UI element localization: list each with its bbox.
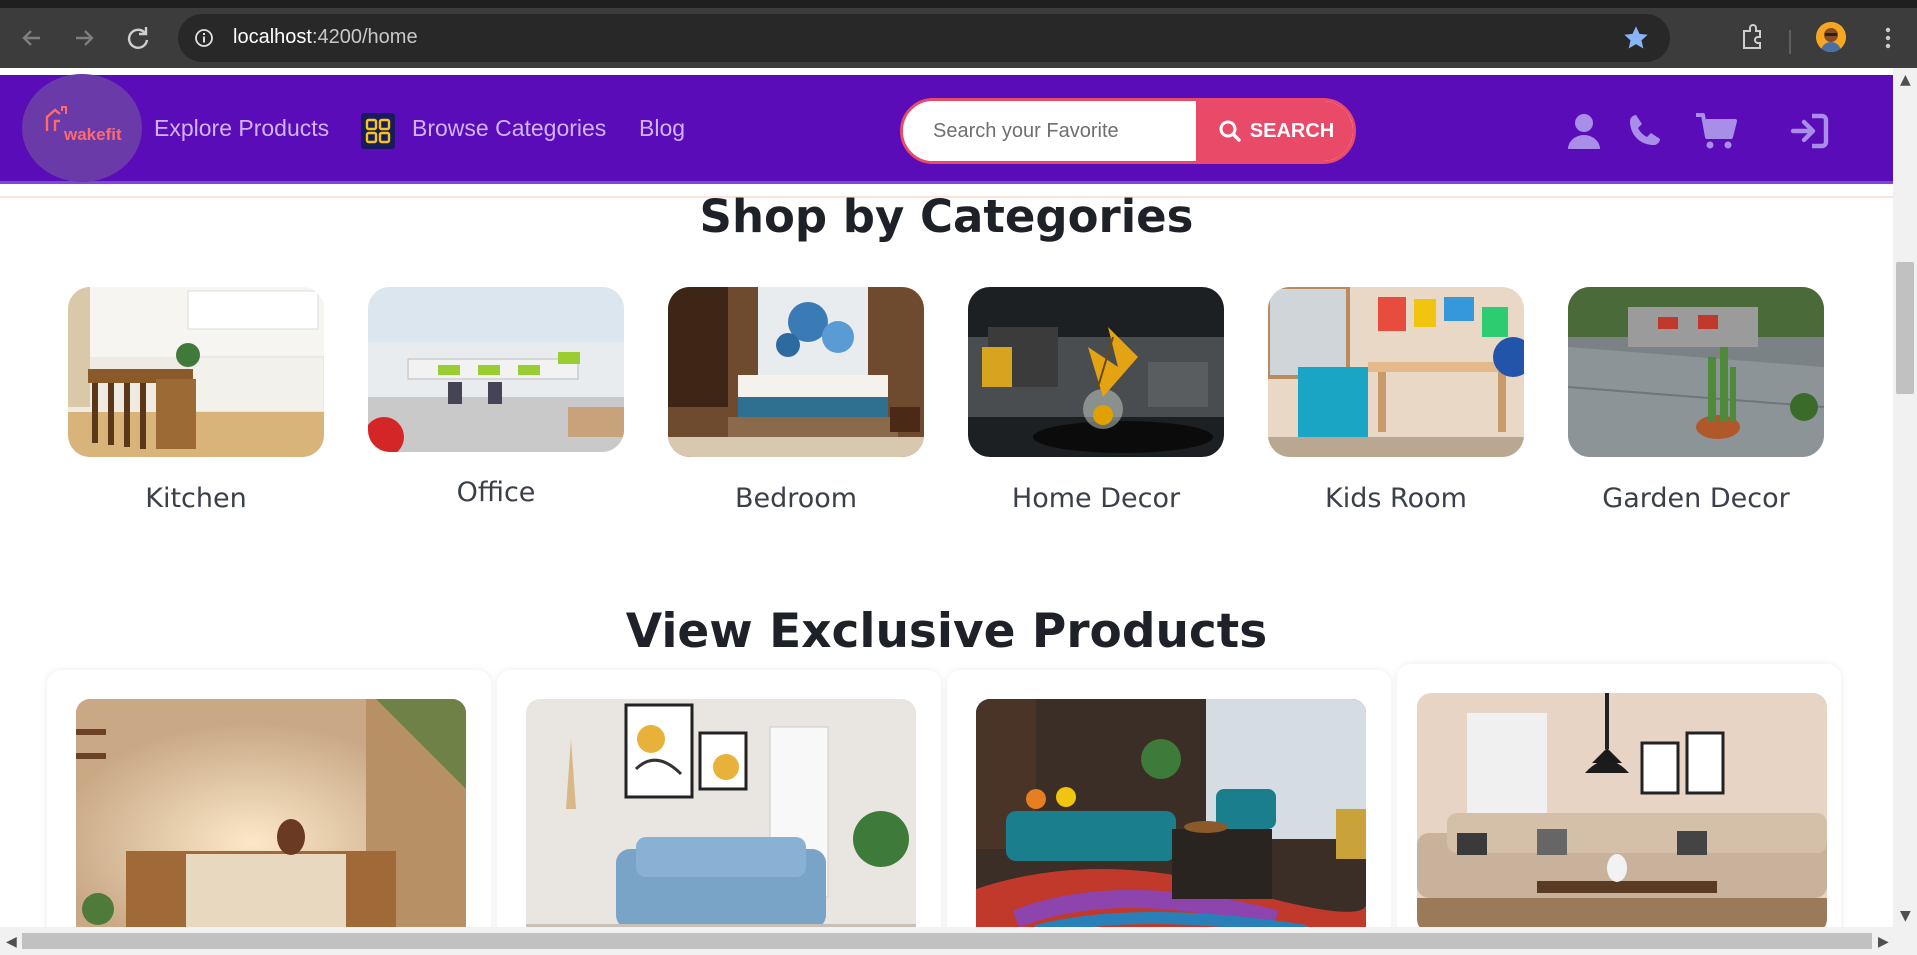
product-card[interactable] (947, 670, 1391, 927)
search-icon (1219, 120, 1241, 142)
scroll-right-arrow-icon[interactable]: ▶ (1878, 934, 1889, 950)
categories-title: Shop by Categories (699, 190, 1194, 243)
search-button-label: SEARCH (1249, 119, 1335, 142)
site-header: wakefit Explore Products Browse Categori… (0, 74, 1893, 184)
category-card-kids-room[interactable]: Kids Room (1268, 287, 1524, 514)
category-label-kids-room: Kids Room (1325, 483, 1467, 514)
category-image-kids-room[interactable] (1268, 287, 1524, 457)
search-input[interactable] (903, 101, 1195, 161)
vertical-scrollbar[interactable] (1893, 68, 1917, 927)
product-card[interactable] (497, 670, 941, 927)
browser-toolbar: localhost:4200/home (0, 8, 1917, 68)
scroll-left-arrow-icon[interactable]: ◀ (6, 934, 17, 950)
nav-blog[interactable]: Blog (639, 115, 685, 142)
product-image[interactable] (1417, 693, 1827, 927)
category-image-home-decor[interactable] (968, 287, 1224, 457)
cart-icon[interactable] (1694, 111, 1738, 151)
forward-arrow-icon[interactable] (68, 22, 100, 54)
product-image[interactable] (76, 699, 466, 927)
sign-in-icon[interactable] (1790, 111, 1830, 151)
products-title: View Exclusive Products (625, 604, 1268, 659)
category-label-kitchen: Kitchen (145, 483, 247, 514)
phone-icon[interactable] (1624, 111, 1664, 151)
category-image-garden-decor[interactable] (1568, 287, 1824, 457)
horizontal-scroll-thumb[interactable] (22, 933, 1872, 949)
product-image[interactable] (976, 699, 1366, 927)
category-image-office[interactable] (368, 287, 624, 452)
product-card[interactable] (1397, 664, 1841, 927)
logo-text: wakefit (64, 125, 122, 144)
category-label-office: Office (456, 477, 536, 508)
user-icon[interactable] (1564, 111, 1604, 151)
category-image-bedroom[interactable] (668, 287, 924, 457)
toolbar-divider (1789, 30, 1791, 54)
browser-tab-strip (0, 0, 1917, 8)
nav-browse-categories[interactable]: Browse Categories (412, 115, 606, 142)
profile-avatar[interactable] (1816, 22, 1846, 52)
back-arrow-icon[interactable] (16, 22, 48, 54)
grid-icon[interactable] (361, 113, 395, 149)
info-icon[interactable] (194, 28, 214, 48)
page-viewport: wakefit Explore Products Browse Categori… (0, 68, 1893, 927)
url-text[interactable]: localhost:4200/home (233, 26, 418, 49)
extensions-icon[interactable] (1736, 22, 1768, 54)
category-card-office[interactable]: Office (368, 287, 624, 508)
address-bar[interactable]: localhost:4200/home (178, 14, 1670, 62)
search-button[interactable]: SEARCH (1196, 101, 1353, 161)
category-label-bedroom: Bedroom (734, 483, 858, 514)
category-label-home-decor: Home Decor (1011, 483, 1181, 514)
nav-explore-products[interactable]: Explore Products (154, 115, 329, 142)
category-card-home-decor[interactable]: Home Decor (968, 287, 1224, 514)
star-icon[interactable] (1622, 24, 1650, 52)
category-card-garden-decor[interactable]: Garden Decor (1568, 287, 1824, 514)
menu-dots-icon[interactable] (1872, 22, 1904, 54)
reload-icon[interactable] (122, 22, 154, 54)
scroll-down-arrow-icon[interactable]: ▼ (1900, 908, 1911, 924)
search-box: SEARCH (900, 98, 1356, 164)
vertical-scroll-thumb[interactable] (1896, 262, 1914, 394)
category-card-bedroom[interactable]: Bedroom (668, 287, 924, 514)
product-card[interactable] (47, 670, 491, 927)
category-card-kitchen[interactable]: Kitchen (68, 287, 324, 514)
category-label-garden-decor: Garden Decor (1602, 483, 1790, 514)
scroll-up-arrow-icon[interactable]: ▲ (1900, 72, 1911, 88)
product-image[interactable] (526, 699, 916, 927)
category-image-kitchen[interactable] (68, 287, 324, 457)
